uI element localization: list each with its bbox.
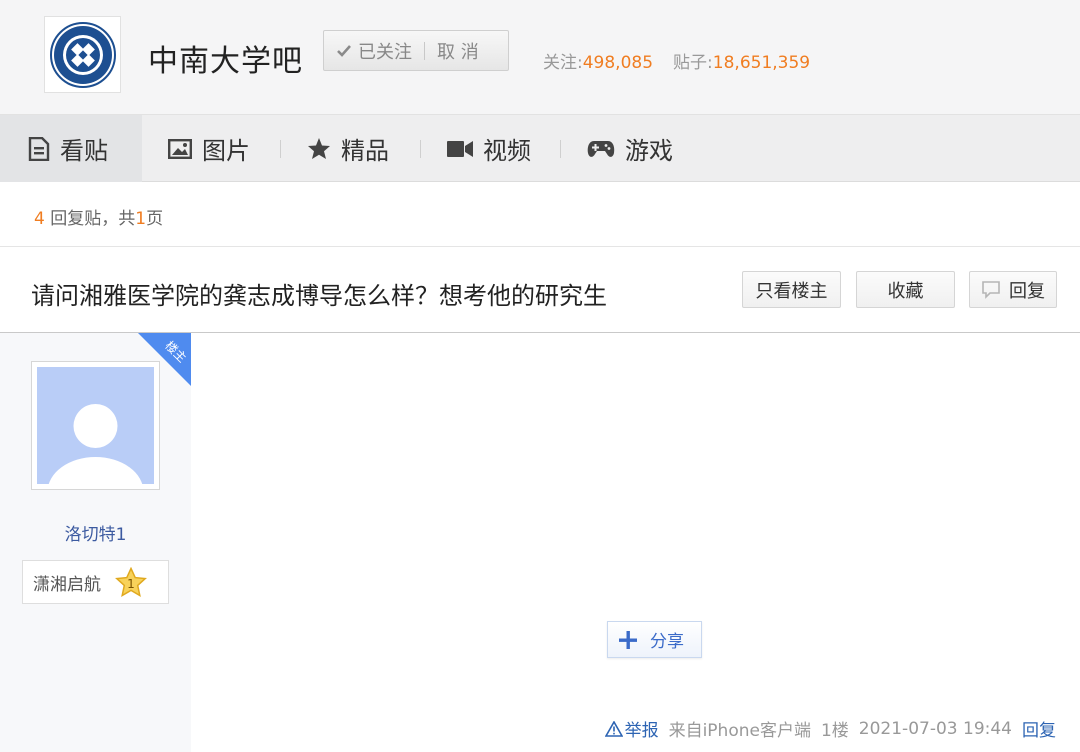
followed-label: 已关注 bbox=[358, 41, 412, 63]
reply-count: 4 bbox=[34, 209, 45, 229]
reply-thread-label: 回复 bbox=[1009, 280, 1045, 302]
tab-videos-label: 视频 bbox=[483, 137, 531, 165]
follow-toggle[interactable]: 已关注 取 消 bbox=[323, 30, 509, 71]
tab-featured[interactable]: 精品 bbox=[307, 115, 389, 182]
tab-posts[interactable]: 看贴 bbox=[0, 115, 142, 182]
reply-pager-info: 4 回复贴，共1页 bbox=[34, 204, 163, 229]
default-avatar-icon bbox=[48, 404, 143, 484]
post-source: 来自iPhone客户端 bbox=[668, 721, 811, 741]
followers-count: 498,085 bbox=[582, 53, 654, 73]
posts-label: 贴子: bbox=[673, 53, 713, 73]
badge-name: 潇湘启航 bbox=[33, 574, 101, 595]
forum-name[interactable]: 中南大学吧 bbox=[148, 36, 303, 80]
nav-divider bbox=[560, 140, 561, 158]
post-time: 2021-07-03 19:44 bbox=[858, 718, 1012, 739]
author-name[interactable]: 洛切特1 bbox=[0, 520, 191, 545]
tab-featured-label: 精品 bbox=[341, 137, 389, 165]
warning-icon bbox=[604, 720, 623, 737]
posts-count: 18,651,359 bbox=[712, 53, 811, 73]
tab-images[interactable]: 图片 bbox=[168, 115, 250, 182]
document-icon bbox=[28, 136, 50, 161]
page-count: 1 bbox=[135, 209, 147, 229]
reply-post-link[interactable]: 回复 bbox=[1022, 716, 1056, 741]
favorite-button[interactable]: 收藏 bbox=[856, 271, 955, 308]
university-seal-icon bbox=[49, 21, 116, 88]
tab-videos[interactable]: 视频 bbox=[447, 115, 531, 182]
gamepad-icon bbox=[587, 139, 615, 159]
star-icon bbox=[307, 137, 331, 160]
report-link[interactable]: 举报 bbox=[604, 716, 659, 741]
reply-count-text: 回复贴，共 bbox=[50, 209, 136, 229]
forum-logo[interactable] bbox=[44, 16, 121, 93]
plus-icon bbox=[618, 630, 638, 650]
floor-number: 1楼 bbox=[820, 721, 849, 741]
follow-divider bbox=[424, 41, 425, 60]
tab-games-label: 游戏 bbox=[625, 137, 673, 165]
nav-divider bbox=[420, 140, 421, 158]
forum-header: 中南大学吧 已关注 取 消 关注:498,085 贴子:18,651,359 bbox=[0, 0, 1080, 114]
nav-divider bbox=[280, 140, 281, 158]
post-footer: 举报 来自iPhone客户端 1楼 2021-07-03 19:44 回复 bbox=[604, 716, 1056, 741]
level-star-icon: 1 bbox=[115, 566, 147, 598]
forum-stats: 关注:498,085 贴子:18,651,359 bbox=[543, 48, 810, 73]
share-button[interactable]: 分享 bbox=[607, 621, 702, 658]
member-badge[interactable]: 潇湘启航 1 bbox=[22, 560, 169, 604]
author-panel: 楼主 洛切特1 潇湘启航 1 bbox=[0, 333, 191, 752]
thread-title-bar: 请问湘雅医学院的龚志成博导怎么样？想考他的研究生 只看楼主 收藏 回复 bbox=[0, 246, 1080, 333]
tab-games[interactable]: 游戏 bbox=[587, 115, 673, 182]
image-icon bbox=[168, 138, 192, 159]
tab-images-label: 图片 bbox=[202, 137, 250, 165]
video-camera-icon bbox=[447, 140, 473, 158]
checkmark-icon bbox=[336, 44, 352, 58]
page-suffix: 页 bbox=[146, 209, 164, 229]
forum-nav: 看贴 图片 精品 视频 游戏 bbox=[0, 114, 1080, 182]
only-op-button[interactable]: 只看楼主 bbox=[742, 271, 841, 308]
report-label: 举报 bbox=[624, 721, 659, 741]
share-label: 分享 bbox=[650, 632, 684, 652]
thread-title: 请问湘雅医学院的龚志成博导怎么样？想考他的研究生 bbox=[31, 282, 607, 310]
tab-posts-label: 看贴 bbox=[60, 137, 108, 165]
reply-thread-button[interactable]: 回复 bbox=[969, 271, 1057, 308]
followers-label: 关注: bbox=[543, 53, 583, 73]
avatar[interactable] bbox=[31, 361, 160, 490]
level-number: 1 bbox=[127, 577, 135, 591]
comment-icon bbox=[981, 280, 1001, 299]
unfollow-button[interactable]: 取 消 bbox=[437, 38, 479, 64]
